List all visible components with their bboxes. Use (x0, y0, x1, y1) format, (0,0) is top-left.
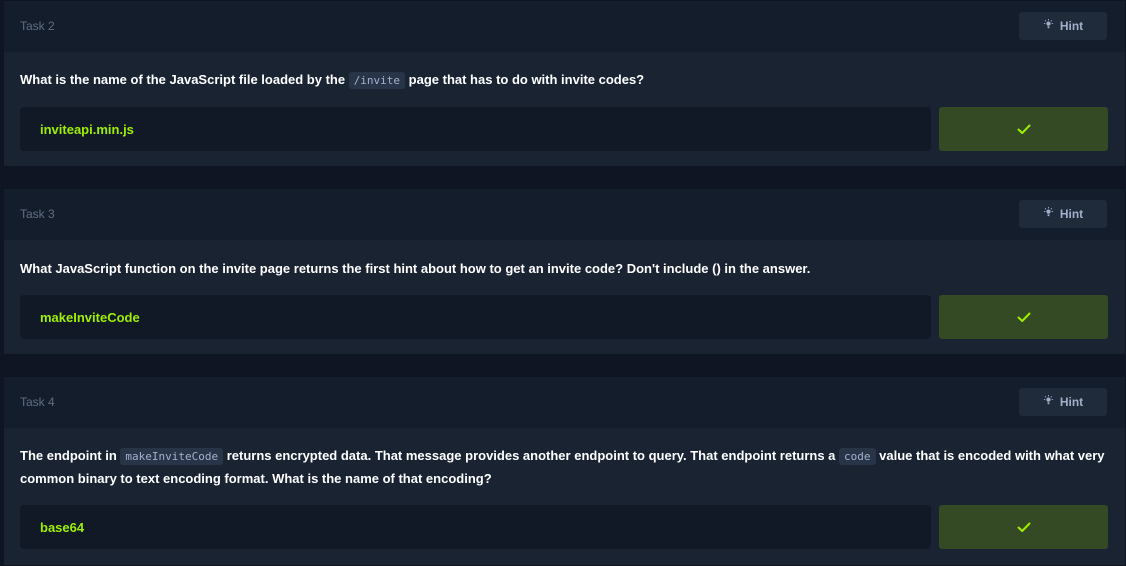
answer-input[interactable] (20, 295, 931, 339)
lightbulb-icon (1043, 395, 1054, 409)
task-title: Task 2 (20, 19, 55, 33)
question-text: The endpoint in makeInviteCode returns e… (20, 445, 1109, 490)
lightbulb-icon (1043, 207, 1054, 221)
answer-row (20, 107, 1108, 151)
submit-button[interactable] (939, 505, 1108, 549)
task-header: Task 2 Hint (4, 1, 1125, 52)
question-part: What is the name of the JavaScript file … (20, 72, 349, 87)
question-part: page that has to do with invite codes? (405, 72, 645, 87)
question-text: What is the name of the JavaScript file … (20, 69, 1109, 92)
lightbulb-icon (1043, 19, 1054, 33)
answer-row (20, 505, 1108, 549)
hint-label: Hint (1059, 395, 1084, 409)
inline-code: code (839, 448, 876, 465)
check-icon (1017, 522, 1030, 532)
task-card-2: Task 2 Hint What is the name of the Java… (3, 0, 1126, 167)
hint-label: Hint (1059, 207, 1084, 221)
task-title: Task 4 (20, 395, 55, 409)
task-card-3: Task 3 Hint What JavaScript function on … (3, 188, 1126, 355)
inline-code: /invite (348, 72, 406, 89)
question-part: What JavaScript function on the invite p… (20, 261, 811, 276)
check-icon (1017, 312, 1030, 322)
answer-row (20, 295, 1108, 339)
task-card-4: Task 4 Hint The endpoint in makeInviteCo… (3, 376, 1126, 566)
check-icon (1017, 124, 1030, 134)
answer-input[interactable] (20, 505, 931, 549)
question-part: returns encrypted data. That message pro… (223, 448, 840, 463)
submit-button[interactable] (939, 295, 1108, 339)
hint-label: Hint (1059, 19, 1084, 33)
hint-button[interactable]: Hint (1019, 388, 1107, 416)
inline-code: makeInviteCode (120, 448, 224, 465)
answer-input[interactable] (20, 107, 931, 151)
question-text: What JavaScript function on the invite p… (20, 258, 1109, 280)
task-header: Task 3 Hint (4, 189, 1125, 240)
task-title: Task 3 (20, 207, 55, 221)
hint-button[interactable]: Hint (1019, 12, 1107, 40)
task-header: Task 4 Hint (4, 377, 1125, 428)
hint-button[interactable]: Hint (1019, 200, 1107, 228)
submit-button[interactable] (939, 107, 1108, 151)
question-part: The endpoint in (20, 448, 121, 463)
